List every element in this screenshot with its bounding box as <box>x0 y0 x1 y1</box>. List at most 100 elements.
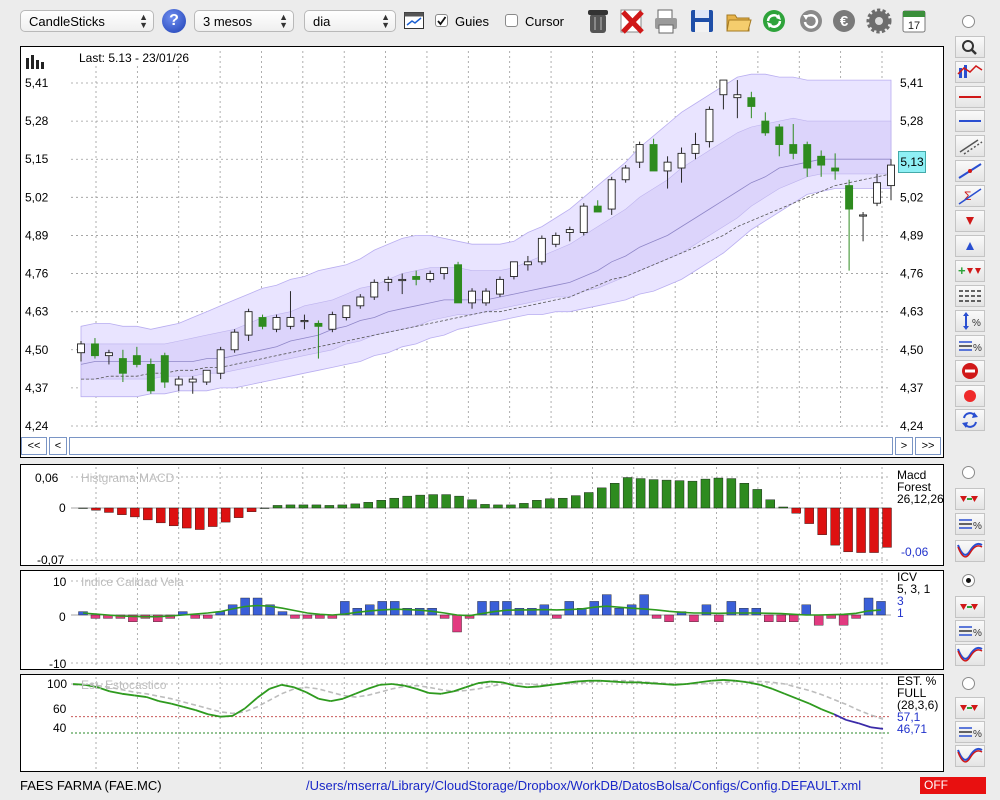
stoch-k-segment <box>305 691 319 700</box>
guides-checkbox[interactable] <box>435 14 448 27</box>
stoch-panel-radio[interactable] <box>962 677 975 690</box>
main-panel-radio[interactable] <box>962 15 975 28</box>
config-path[interactable]: /Users/mserra/Library/CloudStorage/Dropb… <box>306 778 861 793</box>
candle-body <box>845 185 854 210</box>
swap-button[interactable] <box>955 409 985 431</box>
candle-body <box>328 314 337 330</box>
open-folder-icon[interactable] <box>724 6 752 36</box>
macd-bar <box>376 500 386 509</box>
sell-arrow-button[interactable] <box>955 210 985 232</box>
candle-body <box>91 343 99 357</box>
candle-body <box>482 290 490 304</box>
status-badge[interactable]: OFF <box>920 777 986 794</box>
macd-panel-radio[interactable] <box>962 466 975 479</box>
trash-icon[interactable] <box>584 6 612 36</box>
stoch-title: Est. Estocastico <box>81 678 167 692</box>
zoom-button[interactable] <box>955 36 985 58</box>
add-signal-button[interactable]: + <box>955 260 985 282</box>
candle <box>859 211 868 242</box>
lines-percent-button[interactable]: % <box>955 335 985 357</box>
stoch-k-segment <box>711 679 724 682</box>
cursor-checkbox[interactable] <box>505 14 518 27</box>
macd-bar <box>259 507 270 509</box>
period-select[interactable]: 3 mesos ▲ ▼ <box>194 10 294 32</box>
icv-panel[interactable]: Indice Calidad Vela ICV 5, 3, 1 3 1 10 0… <box>20 570 944 671</box>
save-icon[interactable] <box>688 6 716 36</box>
calendar-chart-icon[interactable] <box>404 12 424 29</box>
stop-icon <box>962 363 978 379</box>
timeline-scrollbar[interactable] <box>69 437 893 455</box>
candle-body <box>719 79 728 96</box>
candle-body <box>803 144 812 169</box>
icv-oscillator-button[interactable] <box>955 644 985 666</box>
scale-percent-button[interactable]: % <box>955 310 985 332</box>
stop-button[interactable] <box>955 360 985 382</box>
macd-bar <box>791 507 801 514</box>
candle-body <box>440 267 449 275</box>
candle-body <box>104 352 113 357</box>
nav-first-button[interactable]: << <box>21 437 47 455</box>
macd-lines-button[interactable]: % <box>955 513 985 535</box>
candle-body <box>230 331 239 351</box>
stoch-lines-button[interactable]: % <box>955 721 985 743</box>
interval-select[interactable]: dia ▲ ▼ <box>304 10 396 32</box>
macd-panel[interactable]: Histgrama MACD Macd Forest 26,12,26 -0,0… <box>20 464 944 567</box>
stoch-oscillator-button[interactable] <box>955 745 985 767</box>
cursor-label: Cursor <box>525 14 565 29</box>
refresh-icon[interactable] <box>760 6 788 36</box>
candle-body <box>118 358 127 374</box>
icv-bar <box>452 614 462 633</box>
draw-blue-line-button[interactable] <box>955 110 985 132</box>
grid-lines-button[interactable] <box>955 285 985 307</box>
fibonacci-button[interactable]: Σ <box>955 185 985 207</box>
settings-icon[interactable] <box>865 6 893 36</box>
macd-oscillator-button[interactable] <box>955 540 985 562</box>
stoch-k-segment <box>379 683 393 686</box>
macd-bar <box>143 507 153 521</box>
macd-bar <box>752 489 763 509</box>
stoch-k-segment <box>158 700 172 705</box>
nav-next-button[interactable]: > <box>895 437 913 455</box>
icv-lines-button[interactable]: % <box>955 620 985 642</box>
buy-arrow-button[interactable] <box>955 235 985 257</box>
chart-style-button[interactable] <box>955 61 985 83</box>
help-icon[interactable]: ? <box>162 9 186 33</box>
update-icon[interactable] <box>797 6 825 36</box>
price-chart-panel[interactable]: 5,415,415,285,285,155,155,025,024,894,89… <box>20 46 944 458</box>
stoch-k-segment <box>318 697 331 703</box>
y-tick-label-left: 4,50 <box>25 343 49 357</box>
calendar-icon[interactable]: 17 <box>900 6 928 36</box>
draw-red-line-button[interactable] <box>955 86 985 108</box>
trendline-button[interactable] <box>955 160 985 182</box>
candle-body <box>817 155 826 166</box>
stoch-k-segment <box>367 683 381 690</box>
candle-body <box>579 205 588 233</box>
plus-arrows-icon: + <box>958 263 981 278</box>
delete-icon[interactable] <box>618 6 646 36</box>
record-button[interactable] <box>955 385 985 407</box>
candle-body <box>132 355 141 365</box>
stoch-k-segment <box>428 692 442 695</box>
stoch-value: 46,71 <box>897 722 928 736</box>
icv-bar <box>813 614 824 626</box>
vertical-scale-icon: % <box>963 312 981 330</box>
print-icon[interactable] <box>652 6 680 36</box>
candle-body <box>272 317 281 330</box>
chart-type-select[interactable]: CandleSticks ▲ ▼ <box>20 10 154 32</box>
stoch-arrows-button[interactable] <box>955 697 985 719</box>
icv-bar <box>277 611 288 616</box>
channel-button[interactable] <box>955 135 985 157</box>
stochastic-panel[interactable]: Est. Estocastico EST. % FULL (28,3,6) 57… <box>20 674 944 772</box>
stoch-k-segment <box>821 708 835 716</box>
zoom-icon <box>962 40 977 55</box>
macd-arrows-button[interactable] <box>955 488 985 510</box>
y-tick-label-right: 4,37 <box>900 381 924 395</box>
candle-body <box>733 94 742 99</box>
icv-arrows-button[interactable] <box>955 596 985 618</box>
icv-panel-radio[interactable] <box>962 574 975 587</box>
nav-prev-button[interactable]: < <box>49 437 67 455</box>
y-tick-label-left: 4,76 <box>25 267 49 281</box>
candle-body <box>705 108 714 143</box>
currency-icon[interactable]: € <box>830 6 858 36</box>
nav-last-button[interactable]: >> <box>915 437 941 455</box>
